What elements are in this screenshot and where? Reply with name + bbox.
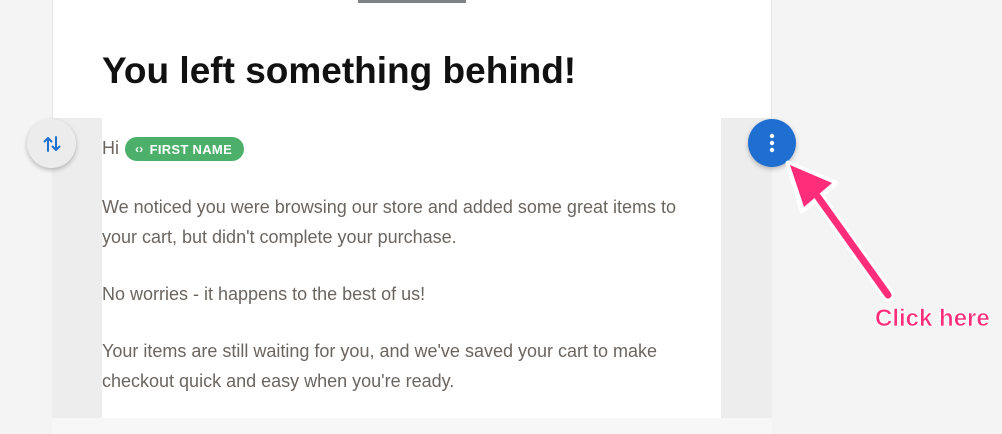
paragraph-3-line-1: Your items are still waiting for you, an… [102,341,658,361]
annotation-arrow-icon [785,160,895,302]
canvas-footer-strip [52,418,772,434]
paragraph-1-line-2: your cart, but didn't complete your purc… [102,227,457,247]
paragraph-2: No worries - it happens to the best of u… [102,284,426,304]
paragraph-3-line-2: checkout quick and easy when you're read… [102,371,455,391]
move-block-button[interactable] [27,119,76,168]
greeting-text: Hi [102,138,119,158]
click-here-label: Click here [875,305,990,333]
email-headline[interactable]: You left something behind! [102,50,576,92]
code-icon: ‹› [135,142,144,156]
more-vertical-icon [769,133,775,153]
swap-vertical-icon [43,135,60,152]
first-name-merge-tag[interactable]: ‹› FIRST NAME [125,137,245,161]
paragraph-1-line-1: We noticed you were browsing our store a… [102,197,676,217]
header-image[interactable] [358,0,466,3]
merge-tag-label: FIRST NAME [149,141,233,157]
